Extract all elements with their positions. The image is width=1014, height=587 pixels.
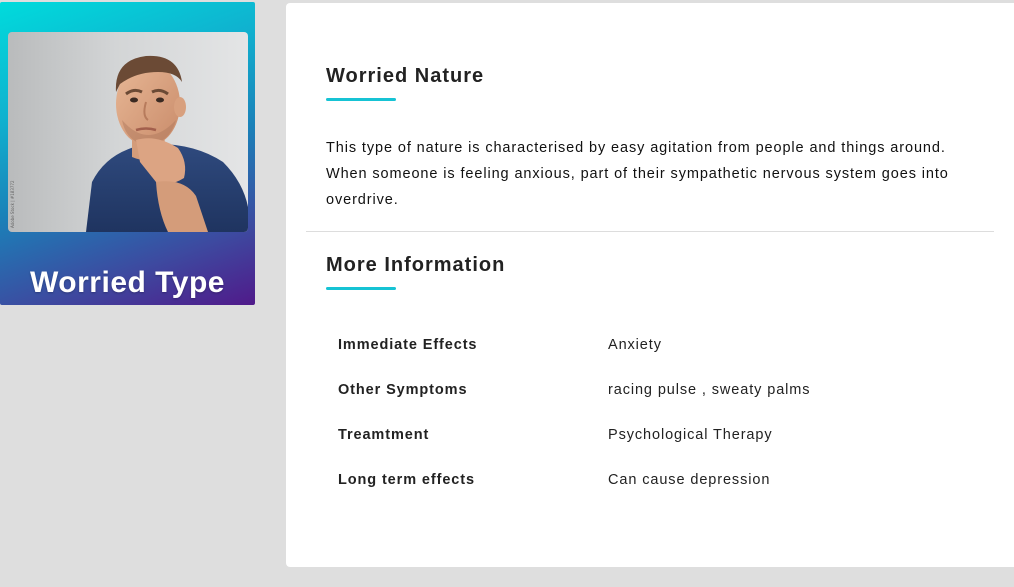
info-label: Immediate Effects — [338, 337, 478, 353]
more-info-heading: More Information — [326, 254, 506, 276]
info-value: Can cause depression — [608, 472, 771, 488]
more-info-heading-underline — [326, 287, 396, 290]
svg-text:Adobe Stock | #183772: Adobe Stock | #183772 — [10, 180, 15, 228]
nature-heading-underline — [326, 98, 396, 101]
card-title: Worried Type — [30, 266, 225, 299]
info-panel: Worried Nature This type of nature is ch… — [286, 3, 1014, 567]
info-label: Long term effects — [338, 472, 475, 488]
info-table: Immediate Effects Anxiety Other Symptoms… — [338, 331, 978, 511]
info-label: Treamtment — [338, 427, 430, 443]
profile-photo: Adobe Stock | #183772 — [8, 32, 248, 232]
nature-description: This type of nature is characterised by … — [326, 140, 949, 208]
nature-heading: Worried Nature — [326, 65, 485, 87]
info-value: Anxiety — [608, 337, 662, 353]
info-row-treatment: Treamtment Psychological Therapy — [338, 421, 978, 466]
info-value: Psychological Therapy — [608, 427, 773, 443]
info-value: racing pulse , sweaty palms — [608, 382, 811, 398]
info-row-other-symptoms: Other Symptoms racing pulse , sweaty pal… — [338, 376, 978, 421]
section-divider — [306, 231, 994, 232]
profile-card: Adobe Stock | #183772 Worried Type — [0, 2, 255, 305]
info-row-long-term-effects: Long term effects Can cause depression — [338, 466, 978, 511]
info-row-immediate-effects: Immediate Effects Anxiety — [338, 331, 978, 376]
info-label: Other Symptoms — [338, 382, 468, 398]
